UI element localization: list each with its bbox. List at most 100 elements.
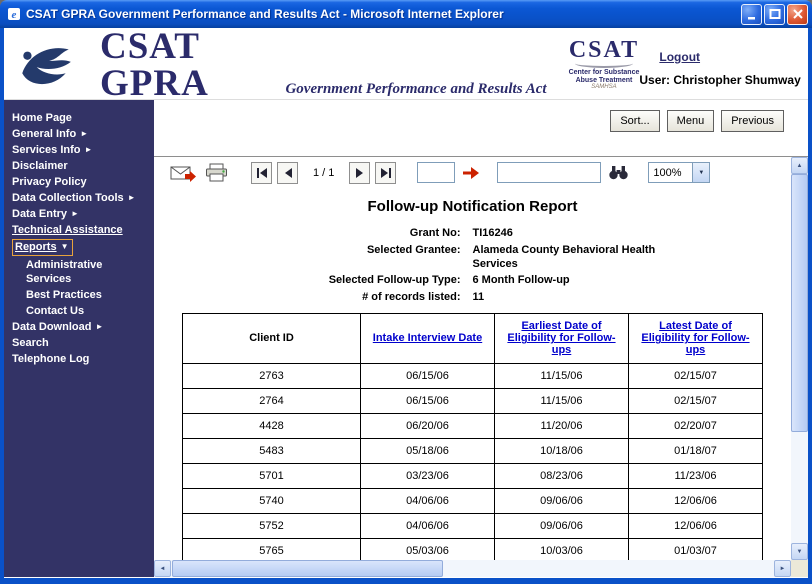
chevron-right-icon: ► [80, 129, 88, 138]
sidebar-item-administrative-services[interactable]: Administrative Services [4, 257, 154, 287]
table-cell: 09/06/06 [495, 513, 629, 538]
column-header-earliest-date: Earliest Date of Eligibility for Follow-… [495, 313, 629, 363]
chevron-right-icon: ► [95, 322, 103, 331]
sidebar-item-label: General Info [12, 128, 76, 140]
user-label: User: Christopher Shumway [639, 73, 800, 87]
field-label: # of records listed: [173, 291, 473, 305]
topbar: Sort... Menu Previous [154, 100, 808, 156]
vertical-scroll-thumb[interactable] [791, 174, 808, 432]
chevron-down-icon[interactable]: ▼ [692, 163, 709, 182]
csat-logo-line2: Abuse Treatment [569, 77, 640, 85]
prev-page-icon [283, 168, 293, 178]
table-cell: 2763 [183, 363, 361, 388]
table-cell: 11/15/06 [495, 388, 629, 413]
horizontal-scrollbar[interactable]: ◄ ► [154, 560, 808, 577]
table-cell: 02/20/07 [629, 413, 763, 438]
table-cell: 5740 [183, 488, 361, 513]
table-cell: 06/15/06 [361, 363, 495, 388]
sidebar-item-technical-assistance[interactable]: Technical Assistance [4, 222, 154, 238]
sidebar-item-telephone-log[interactable]: Telephone Log [4, 351, 154, 367]
sidebar-item-label: Data Entry [12, 208, 67, 220]
binoculars-icon [608, 165, 629, 180]
sort-button[interactable]: Sort... [610, 110, 659, 132]
goto-page-input[interactable] [417, 162, 455, 183]
column-header-link[interactable]: Intake Interview Date [373, 332, 482, 344]
csat-logo-line1: Center for Substance [569, 69, 640, 77]
sidebar-item-label: Telephone Log [12, 353, 89, 365]
table-cell: 2764 [183, 388, 361, 413]
zoom-select[interactable]: 100% ▼ [648, 162, 710, 183]
table-cell: 5483 [183, 438, 361, 463]
print-button[interactable] [203, 161, 230, 184]
first-page-button[interactable] [251, 162, 272, 184]
last-page-button[interactable] [375, 162, 396, 184]
sidebar-item-general-info[interactable]: General Info ► [4, 126, 154, 142]
column-header-intake-date: Intake Interview Date [361, 313, 495, 363]
table-row: 574004/06/0609/06/0612/06/06 [183, 488, 763, 513]
sidebar-item-label: Administrative Services [26, 259, 102, 285]
minimize-icon [745, 7, 759, 21]
prev-page-button[interactable] [277, 162, 298, 184]
close-button[interactable] [787, 4, 808, 25]
next-page-icon [355, 168, 365, 178]
vertical-scroll-track[interactable] [791, 174, 808, 543]
sidebar-item-label: Search [12, 337, 49, 349]
field-value: 6 Month Follow-up [473, 274, 678, 288]
chevron-down-icon: ▼ [61, 242, 69, 251]
column-header-link[interactable]: Latest Date of Eligibility for Follow-up… [641, 320, 749, 356]
report-toolbar: 1 / 1 [154, 157, 791, 188]
sidebar-item-reports[interactable]: Reports▼ [4, 238, 154, 257]
previous-button[interactable]: Previous [721, 110, 784, 132]
logout-link[interactable]: Logout [659, 50, 700, 64]
vertical-scrollbar[interactable]: ▲ ▼ [791, 157, 808, 560]
sidebar-item-data-download[interactable]: Data Download► [4, 319, 154, 335]
next-page-button[interactable] [349, 162, 370, 184]
scroll-down-button[interactable]: ▼ [791, 543, 808, 560]
sidebar-item-data-collection-tools[interactable]: Data Collection Tools► [4, 190, 154, 206]
table-cell: 01/18/07 [629, 438, 763, 463]
find-button[interactable] [606, 163, 631, 182]
goto-page-button[interactable] [460, 164, 482, 182]
sidebar-item-services-info[interactable]: Services Info► [4, 142, 154, 158]
column-header-link[interactable]: Earliest Date of Eligibility for Follow-… [507, 320, 615, 356]
sidebar-item-best-practices[interactable]: Best Practices [4, 287, 154, 303]
export-icon [170, 164, 196, 182]
brand-subtitle: Government Performance and Results Act [285, 81, 546, 98]
report-content: Follow-up Notification Report Grant No:T… [154, 188, 791, 560]
sidebar-item-disclaimer[interactable]: Disclaimer [4, 158, 154, 174]
horizontal-scroll-thumb[interactable] [172, 560, 443, 577]
scroll-left-button[interactable]: ◄ [154, 560, 171, 577]
maximize-button[interactable] [764, 4, 785, 25]
sidebar-item-contact-us[interactable]: Contact Us [4, 303, 154, 319]
report-fields: Grant No:TI16246 Selected Grantee:Alamed… [173, 227, 773, 305]
sidebar-item-label: Disclaimer [12, 160, 68, 172]
search-text-input[interactable] [497, 162, 601, 183]
internet-explorer-icon: e [6, 6, 22, 22]
table-cell: 11/23/06 [629, 463, 763, 488]
followup-table: Client ID Intake Interview Date Earliest… [182, 313, 763, 560]
chevron-right-icon: ► [84, 145, 92, 154]
table-cell: 06/20/06 [361, 413, 495, 438]
minimize-button[interactable] [741, 4, 762, 25]
menu-button[interactable]: Menu [667, 110, 715, 132]
sidebar-item-search[interactable]: Search [4, 335, 154, 351]
page-header: CSAT GPRA Government Performance and Res… [4, 28, 808, 100]
table-cell: 5752 [183, 513, 361, 538]
sidebar-item-privacy-policy[interactable]: Privacy Policy [4, 174, 154, 190]
csat-logo: CSAT Center for Substance Abuse Treatmen… [569, 38, 640, 91]
sidebar-item-data-entry[interactable]: Data Entry► [4, 206, 154, 222]
scroll-up-button[interactable]: ▲ [791, 157, 808, 174]
column-header-latest-date: Latest Date of Eligibility for Follow-up… [629, 313, 763, 363]
field-value: Alameda County Behavioral Health Service… [473, 244, 678, 272]
horizontal-scroll-track[interactable] [171, 560, 774, 577]
export-button[interactable] [168, 162, 198, 184]
zoom-value: 100% [649, 167, 692, 179]
table-cell: 05/18/06 [361, 438, 495, 463]
sidebar-item-home-page[interactable]: Home Page [4, 110, 154, 126]
table-cell: 10/18/06 [495, 438, 629, 463]
table-cell: 02/15/07 [629, 388, 763, 413]
sidebar-nav: Home PageGeneral Info►Services Info►Disc… [4, 100, 154, 577]
sidebar-item-label: Best Practices [26, 289, 102, 301]
scroll-right-button[interactable]: ► [774, 560, 791, 577]
table-cell: 09/06/06 [495, 488, 629, 513]
